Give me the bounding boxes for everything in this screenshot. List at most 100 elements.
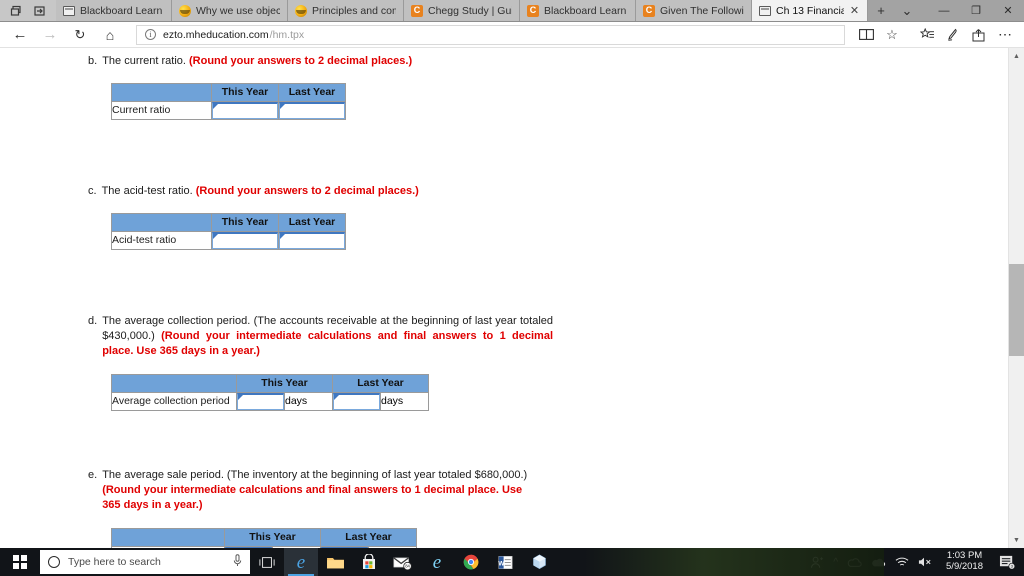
current-ratio-last-year-input[interactable] [279, 101, 345, 119]
restore-tabs-icon[interactable] [4, 0, 28, 22]
search-placeholder: Type here to search [68, 556, 161, 568]
globe-icon [179, 4, 191, 17]
site-info-icon[interactable]: i [145, 29, 156, 40]
taskbar-file-explorer-icon[interactable] [318, 548, 352, 576]
url-path: /hm.tpx [269, 28, 305, 41]
question-body: The acid-test ratio. (Round your answers… [102, 184, 558, 199]
question-text-c: c. The acid-test ratio. (Round your answ… [88, 184, 558, 199]
table-header-row: This Year Last Year [111, 212, 346, 232]
tab-title: Principles and componen [312, 4, 396, 17]
avg-collection-period-this-year-input[interactable] [237, 392, 284, 410]
browser-tab-0[interactable]: Blackboard Learn [56, 0, 172, 21]
share-icon[interactable] [966, 23, 992, 47]
network-icon[interactable] [895, 556, 909, 568]
back-icon[interactable]: ← [6, 23, 34, 47]
chegg-icon: C [411, 4, 423, 17]
scroll-down-arrow-icon[interactable]: ▼ [1009, 532, 1024, 548]
question-plain: The average sale period. (The inventory … [102, 469, 528, 481]
question-instruction: (Round your intermediate calculations an… [102, 329, 554, 357]
favorites-hub-icon[interactable] [914, 23, 940, 47]
onedrive-icon[interactable] [847, 557, 862, 568]
web-notes-pen-icon[interactable] [940, 23, 966, 47]
windows-logo-icon [13, 555, 27, 569]
table-corner-cell [111, 373, 237, 393]
question-plain: The acid-test ratio. [101, 185, 196, 197]
browser-tab-6-active[interactable]: Ch 13 Financial State ✕ [752, 0, 868, 21]
input-cell-last-year[interactable] [278, 230, 346, 250]
system-tray: ^ 1:03 PM 5/9/2018 3 [810, 550, 1024, 573]
browser-tab-5[interactable]: C Given The Following Con [636, 0, 752, 21]
taskbar-pinned-apps: e 84 e W [284, 548, 556, 576]
set-aside-tabs-icon[interactable] [28, 0, 52, 22]
volume-muted-icon[interactable] [918, 556, 933, 568]
question-body: The current ratio. (Round your answers t… [102, 54, 558, 69]
input-cell-this-year[interactable] [211, 230, 279, 250]
browser-tab-3[interactable]: C Chegg Study | Guided So [404, 0, 520, 21]
browser-tab-1[interactable]: Why we use object-orien [172, 0, 288, 21]
forward-icon[interactable]: → [36, 23, 64, 47]
page-scrollbar[interactable]: ▲ ▼ [1008, 48, 1024, 548]
favorite-star-icon[interactable]: ☆ [879, 23, 905, 47]
acid-test-ratio-last-year-input[interactable] [279, 231, 345, 249]
column-header-last-year: Last Year [278, 82, 346, 102]
question-block-b: b. The current ratio. (Round your answer… [88, 54, 558, 120]
row-label-acid-test-ratio: Acid-test ratio [111, 230, 212, 250]
task-view-button[interactable] [250, 556, 284, 569]
scrollbar-track[interactable] [1008, 64, 1024, 532]
scrollbar-thumb[interactable] [1008, 264, 1024, 356]
table-row: Acid-test ratio [111, 230, 346, 250]
maximize-button[interactable]: ❐ [960, 0, 992, 21]
taskbar-word-icon[interactable]: W [488, 548, 522, 576]
column-header-last-year: Last Year [278, 212, 346, 232]
tab-title: Chegg Study | Guided So [428, 4, 512, 17]
browser-window: Blackboard Learn Why we use object-orien… [0, 0, 1024, 548]
current-ratio-this-year-input[interactable] [212, 101, 278, 119]
toolbar-actions: ☆ ⋯ [853, 23, 1018, 47]
tab-list-chevron-down-icon[interactable]: ⌄ [894, 0, 920, 21]
avg-collection-period-last-year-input[interactable] [333, 392, 380, 410]
browser-tab-4[interactable]: C Blackboard Learn -()why [520, 0, 636, 21]
column-header-last-year: Last Year [320, 527, 417, 547]
taskbar-internet-explorer-icon[interactable]: e [420, 548, 454, 576]
minimize-button[interactable]: — [928, 0, 960, 21]
windows-taskbar: Type here to search e 84 e W ^ 1:03 PM 5… [0, 548, 1024, 576]
close-window-button[interactable]: ✕ [992, 0, 1024, 21]
row-label-current-ratio: Current ratio [111, 100, 212, 120]
question-instruction: (Round your answers to 2 decimal places.… [189, 55, 413, 67]
taskbar-3d-viewer-icon[interactable] [522, 548, 556, 576]
address-bar[interactable]: i ezto.mheducation.com/hm.tpx [136, 24, 845, 45]
question-block-d: d. The average collection period. (The a… [88, 314, 553, 411]
window-left-buttons [0, 0, 56, 21]
taskbar-mail-icon[interactable]: 84 [386, 548, 420, 576]
tab-title: Blackboard Learn -()why [544, 4, 628, 17]
people-icon[interactable] [810, 556, 824, 569]
microphone-icon[interactable] [233, 554, 242, 570]
chegg-icon: C [527, 4, 539, 17]
taskbar-microsoft-store-icon[interactable] [352, 548, 386, 576]
chegg-icon: C [643, 4, 655, 17]
show-hidden-icons-chevron-up[interactable]: ^ [833, 557, 838, 568]
page-icon [759, 6, 771, 16]
refresh-icon[interactable]: ↻ [66, 23, 94, 47]
input-cell-last-year[interactable] [332, 391, 381, 411]
taskbar-search-box[interactable]: Type here to search [40, 550, 250, 574]
table-header-row: This Year Last Year [111, 82, 346, 102]
input-cell-this-year[interactable] [236, 391, 285, 411]
reading-view-icon[interactable] [853, 23, 879, 47]
input-cell-this-year[interactable] [211, 100, 279, 120]
scroll-up-arrow-icon[interactable]: ▲ [1009, 48, 1024, 64]
onedrive-filled-icon[interactable] [871, 557, 886, 568]
new-tab-button[interactable]: + [868, 0, 894, 21]
action-center-button[interactable]: 3 [996, 554, 1018, 570]
input-cell-last-year[interactable] [278, 100, 346, 120]
browser-tab-2[interactable]: Principles and componen [288, 0, 404, 21]
taskbar-edge-icon[interactable]: e [284, 548, 318, 576]
home-icon[interactable]: ⌂ [96, 23, 124, 47]
globe-icon [295, 4, 307, 17]
acid-test-ratio-this-year-input[interactable] [212, 231, 278, 249]
more-options-icon[interactable]: ⋯ [992, 23, 1018, 47]
taskbar-clock[interactable]: 1:03 PM 5/9/2018 [942, 550, 987, 573]
close-tab-icon[interactable]: ✕ [849, 4, 860, 17]
taskbar-chrome-icon[interactable] [454, 548, 488, 576]
start-button[interactable] [0, 548, 40, 576]
